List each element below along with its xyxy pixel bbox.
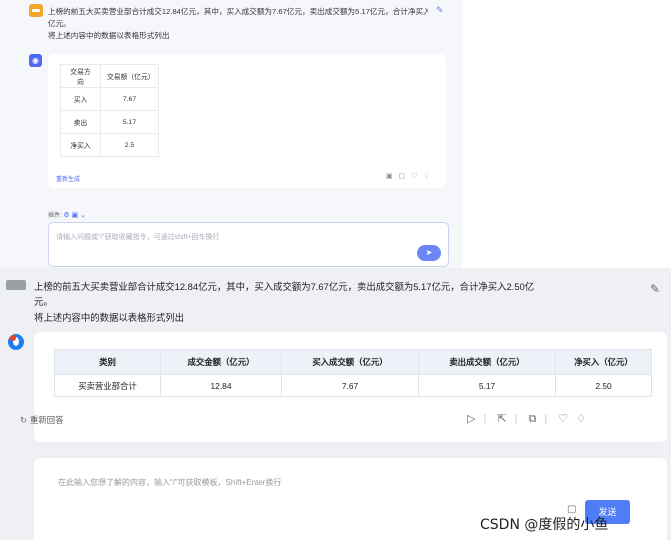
chat-input[interactable]: 请输入问题或“/”获取收藏指令，可通过shift+回车换行 ➤ <box>48 222 449 267</box>
plugin-label: 插件: <box>48 213 62 219</box>
edit-icon[interactable]: ✎ <box>650 282 660 296</box>
user-question-line2: 元。 <box>34 296 53 307</box>
user-question-line1: 上榜的前五大买卖营业部合计成交12.84亿元，其中，买入成交额为7.67亿元，卖… <box>34 281 535 292</box>
bottom-chat-panel: 上榜的前五大买卖营业部合计成交12.84亿元，其中，买入成交额为7.67亿元，卖… <box>0 268 671 540</box>
table-header-cell: 交易额（亿元） <box>100 64 159 88</box>
table-cell: 5.17 <box>100 110 159 134</box>
table-cell: 卖出 <box>60 110 101 134</box>
table-row: 买卖营业部合计 12.84 7.67 5.17 2.50 <box>54 374 652 397</box>
send-button[interactable]: ➤ <box>417 245 441 261</box>
table-row: 净买入 2.5 <box>60 133 159 157</box>
watermark: CSDN @度假的小鱼 <box>480 517 609 533</box>
result-table: 交易方向 交易额（亿元） 买入 7.67 卖出 5.17 净买入 2.5 <box>60 64 159 157</box>
table-cell: 买入 <box>60 87 101 111</box>
table-cell: 12.84 <box>160 374 282 397</box>
user-question-line3: 将上述内容中的数据以表格形式列出 <box>34 312 185 323</box>
plugin-selector[interactable]: 插件: ⚙ ▣ ⌄ <box>48 210 86 219</box>
bot-avatar: ◉ <box>29 54 42 67</box>
edit-icon[interactable]: ✎ <box>436 5 444 16</box>
thumbs-up-icon[interactable]: ♡ <box>558 413 568 425</box>
thumbs-up-icon[interactable]: ♡ <box>411 173 423 180</box>
table-cell: 2.5 <box>100 133 159 157</box>
table-header-cell: 类别 <box>54 349 161 375</box>
table-cell: 买卖营业部合计 <box>54 374 161 397</box>
share-icon[interactable]: ▢ <box>399 173 412 180</box>
table-row: 卖出 5.17 <box>60 110 159 134</box>
answer-card: 交易方向 交易额（亿元） 买入 7.67 卖出 5.17 净买入 2.5 重新生… <box>48 54 446 188</box>
divider: | <box>483 413 487 425</box>
table-header-row: 交易方向 交易额（亿元） <box>60 64 159 88</box>
table-header-cell: 交易方向 <box>60 64 101 88</box>
divider: | <box>514 413 518 425</box>
user-avatar <box>6 280 26 290</box>
table-cell: 7.67 <box>281 374 419 397</box>
table-header-cell: 净买入（亿元） <box>555 349 652 375</box>
share-icon[interactable]: ⇱ <box>497 413 506 425</box>
chat-input-placeholder: 在此输入您想了解的内容，输入“/”可获取模板，Shift+Enter换行 <box>58 478 282 487</box>
top-chat-panel: 上榜的前五大买卖营业部合计成交12.84亿元，其中，买入成交额为7.67亿元，卖… <box>0 0 462 268</box>
table-header-cell: 买入成交额（亿元） <box>281 349 419 375</box>
copy-icon[interactable]: ⧉ <box>529 413 537 425</box>
thumbs-down-icon[interactable]: ♢ <box>424 173 436 180</box>
thumbs-down-icon[interactable]: ♢ <box>576 413 586 425</box>
regenerate-label: 重新回答 <box>30 415 64 425</box>
table-cell: 净买入 <box>60 133 101 157</box>
regenerate-button[interactable]: ↻ 重新回答 <box>20 414 64 426</box>
table-row: 买入 7.67 <box>60 87 159 111</box>
plugin-icon[interactable]: ⚙ ▣ ⌄ <box>63 212 86 219</box>
regenerate-button[interactable]: 重新生成 <box>56 174 80 183</box>
user-question-line1: 上榜的前五大买卖营业部合计成交12.84亿元，其中，买入成交额为7.67亿元，卖… <box>48 7 428 16</box>
answer-actions: ▷ | ⇱ | ⧉ | ♡ ♢ <box>467 412 594 426</box>
table-cell: 5.17 <box>418 374 556 397</box>
table-cell: 7.67 <box>100 87 159 111</box>
divider: | <box>544 413 548 425</box>
result-table: 类别 成交金额（亿元） 买入成交额（亿元） 卖出成交额（亿元） 净买入（亿元） … <box>54 349 652 397</box>
copy-icon[interactable]: ▣ <box>386 173 399 180</box>
play-icon[interactable]: ▷ <box>467 413 475 425</box>
user-question-line3: 将上述内容中的数据以表格形式列出 <box>48 31 170 40</box>
table-cell: 2.50 <box>555 374 652 397</box>
table-header-cell: 卖出成交额（亿元） <box>418 349 556 375</box>
bot-avatar <box>8 334 24 350</box>
table-header-row: 类别 成交金额（亿元） 买入成交额（亿元） 卖出成交额（亿元） 净买入（亿元） <box>54 349 652 375</box>
user-avatar <box>29 4 43 17</box>
table-header-cell: 成交金额（亿元） <box>160 349 282 375</box>
refresh-icon: ↻ <box>20 415 28 425</box>
user-question-line2: 亿元。 <box>48 19 71 28</box>
answer-actions: ▣▢♡♢ <box>386 172 436 180</box>
chat-input-placeholder: 请输入问题或“/”获取收藏指令，可通过shift+回车换行 <box>56 234 220 241</box>
